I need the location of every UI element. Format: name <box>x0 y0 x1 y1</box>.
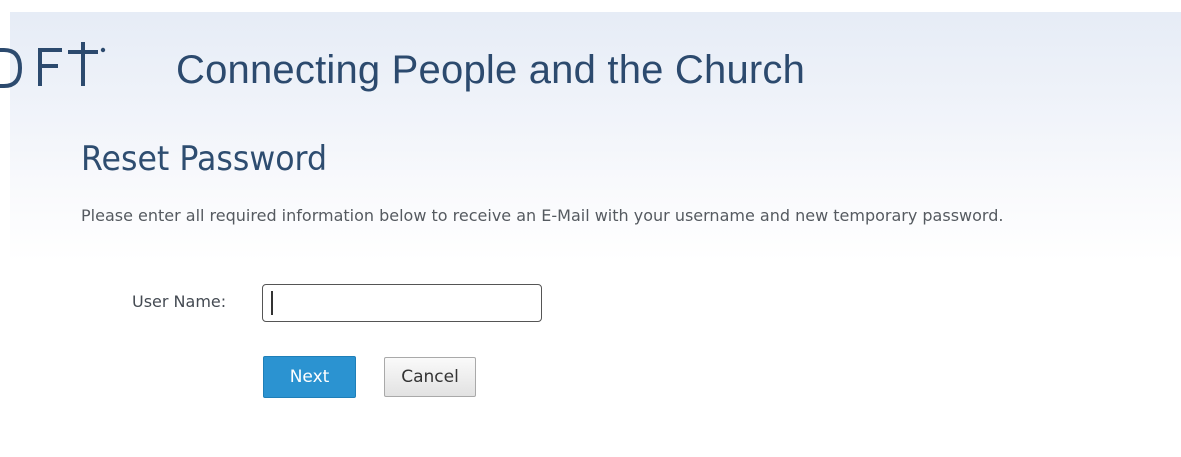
cancel-button[interactable]: Cancel <box>384 357 476 397</box>
instructions-text: Please enter all required information be… <box>81 206 1004 225</box>
next-button[interactable]: Next <box>263 356 356 398</box>
username-label: User Name: <box>132 292 227 311</box>
logo <box>0 42 106 88</box>
page-title: Reset Password <box>81 139 328 179</box>
username-input[interactable] <box>262 284 542 322</box>
page: Connecting People and the Church Reset P… <box>0 0 1181 457</box>
text-caret <box>271 291 273 315</box>
site-tagline: Connecting People and the Church <box>176 48 806 92</box>
